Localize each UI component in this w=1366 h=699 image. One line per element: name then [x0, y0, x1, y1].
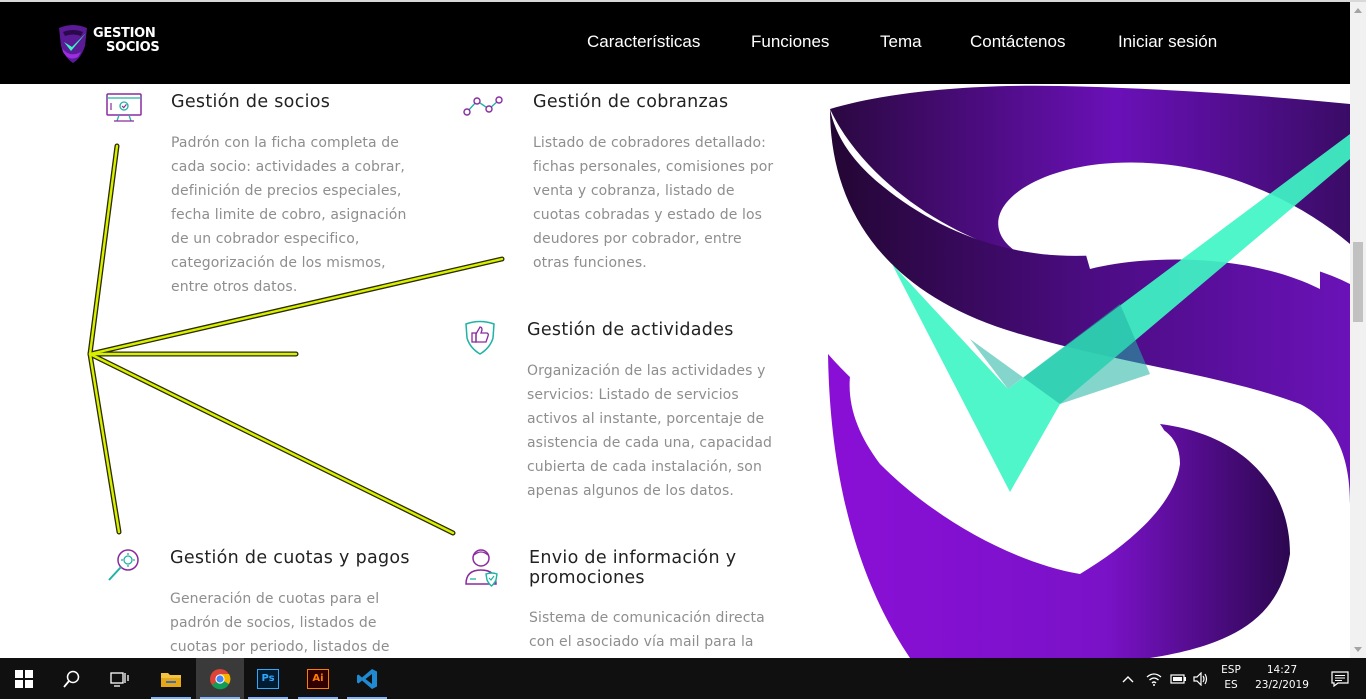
scroll-thumb[interactable] [1353, 242, 1363, 322]
windows-start-button[interactable] [0, 658, 48, 699]
feature-desc-envio: Sistema de comunicación directa con el a… [529, 606, 789, 654]
navbar: GESTION SOCIOS Características Funciones… [0, 2, 1350, 84]
nav-funciones[interactable]: Funciones [751, 32, 829, 52]
chrome-icon [210, 668, 231, 689]
file-explorer-icon [161, 672, 181, 687]
desc-line: entre otros datos. [171, 279, 298, 295]
illustrator-button[interactable]: Ai [294, 658, 342, 699]
chart-nodes-icon [462, 94, 504, 122]
windows-taskbar: Ps Ai ESP ES 14:27 23/2/2019 [0, 658, 1366, 699]
nav-iniciar-sesion[interactable]: Iniciar sesión [1118, 32, 1217, 52]
desc-line: Listado de cobradores detallado: [533, 135, 766, 151]
feature-desc-socios: Padrón con la ficha completa de cada soc… [171, 131, 431, 299]
feature-title-cuotas: Gestión de cuotas y pagos [170, 548, 410, 568]
search-icon [63, 670, 80, 688]
desc-line: Organización de las actividades y [527, 363, 766, 379]
magnifier-gear-icon [105, 546, 143, 588]
annotation-line [88, 144, 119, 356]
feature-title-cobranzas: Gestión de cobranzas [533, 92, 729, 112]
desc-line: otras funciones. [533, 255, 647, 271]
nav-menu: Características Funciones Tema Contácten… [0, 32, 1350, 56]
desc-line: padrón de socios, listados de [170, 615, 377, 631]
vscode-icon [357, 668, 377, 689]
desc-line: definición de precios especiales, [171, 183, 402, 199]
language-code: ESP [1221, 664, 1241, 676]
nav-caracteristicas[interactable]: Características [587, 32, 700, 52]
chevron-up-icon [1122, 675, 1134, 682]
user-shield-icon [462, 546, 500, 592]
battery-icon [1170, 673, 1186, 684]
desc-line: cuotas por periodo, listados de [170, 639, 390, 655]
feature-desc-cuotas: Generación de cuotas para el padrón de s… [170, 587, 430, 659]
feature-desc-cobranzas: Listado de cobradores detallado: fichas … [533, 131, 793, 275]
illustrator-icon: Ai [307, 668, 329, 689]
file-explorer-button[interactable] [147, 658, 195, 699]
feature-desc-actividades: Organización de las actividades y servic… [527, 359, 797, 503]
desc-line: fecha limite de cobro, asignación [171, 207, 407, 223]
desc-line: activos al instante, porcentaje de [527, 411, 765, 427]
action-center-button[interactable] [1320, 658, 1360, 699]
desc-line: deudores por cobrador, entre [533, 231, 742, 247]
desc-line: servicios: Listado de servicios [527, 387, 739, 403]
feature-title-envio: Envio de información y promociones [529, 548, 736, 588]
photoshop-button[interactable]: Ps [244, 658, 292, 699]
scroll-down-icon[interactable] [1354, 647, 1362, 652]
feature-title-socios: Gestión de socios [171, 92, 331, 112]
shield-s-art [828, 85, 1350, 658]
search-button[interactable] [48, 658, 96, 699]
monitor-check-icon [105, 92, 143, 128]
nav-contactenos[interactable]: Contáctenos [970, 32, 1065, 52]
battery-button[interactable] [1166, 658, 1190, 699]
hero-shield-graphic [820, 84, 1350, 658]
desc-line: cubierta de cada instalación, son [527, 459, 762, 475]
desc-line: de un cobrador especifico, [171, 231, 360, 247]
desc-line: cuotas cobradas y estado de los [533, 207, 763, 223]
desc-line: fichas personales, comisiones por [533, 159, 774, 175]
desc-line: Sistema de comunicación directa [529, 610, 765, 626]
wifi-icon [1146, 672, 1162, 686]
desc-line: categorización de los mismos, [171, 255, 386, 271]
speaker-icon [1193, 671, 1208, 686]
notification-icon [1331, 670, 1349, 687]
desc-line: Padrón con la ficha completa de [171, 135, 399, 151]
nav-tema[interactable]: Tema [880, 32, 922, 52]
keyboard-layout: ES [1224, 679, 1238, 691]
desc-line: apenas algunos de los datos. [527, 483, 734, 499]
network-button[interactable] [1142, 658, 1166, 699]
task-view-icon [110, 671, 129, 687]
shield-thumbs-up-icon [462, 318, 498, 360]
desc-line: con el asociado vía mail para la [529, 634, 754, 650]
tray-overflow-button[interactable] [1116, 658, 1140, 699]
volume-button[interactable] [1189, 658, 1213, 699]
title-line: promociones [529, 568, 645, 588]
scroll-up-icon[interactable] [1354, 8, 1362, 13]
annotation-line [88, 352, 121, 534]
desc-line: cada socio: actividades a cobrar, [171, 159, 405, 175]
language-indicator[interactable]: ESP ES [1214, 663, 1248, 693]
desc-line: venta y cobranza, listado de [533, 183, 735, 199]
title-line: Envio de información y [529, 548, 737, 568]
chrome-button[interactable] [196, 658, 244, 699]
desc-line: asistencia de cada una, capacidad [527, 435, 772, 451]
clock[interactable]: 14:27 23/2/2019 [1250, 663, 1314, 693]
clock-date: 23/2/2019 [1255, 679, 1309, 691]
feature-title-actividades: Gestión de actividades [527, 320, 734, 340]
clock-time: 14:27 [1266, 664, 1298, 676]
task-view-button[interactable] [96, 658, 144, 699]
windows-start-icon [15, 669, 33, 688]
desc-line: Generación de cuotas para el [170, 591, 380, 607]
vscode-button[interactable] [343, 658, 391, 699]
photoshop-icon: Ps [257, 668, 279, 689]
annotation-line [88, 352, 455, 535]
page-scrollbar[interactable] [1350, 2, 1366, 658]
